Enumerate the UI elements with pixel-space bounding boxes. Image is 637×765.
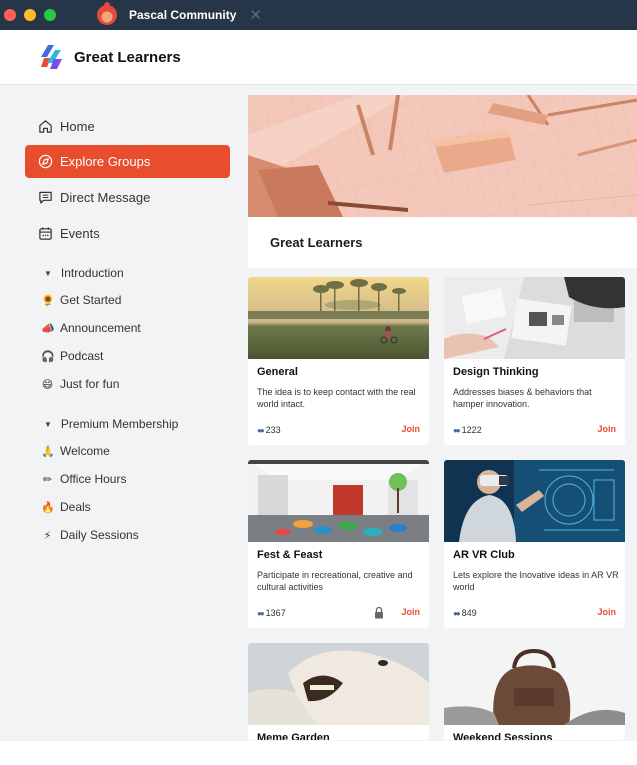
channel-just-for-fun[interactable]: 😄 Just for fun bbox=[41, 377, 120, 391]
window-bottom-edge bbox=[0, 741, 637, 765]
sidebar-item-events[interactable]: Events bbox=[25, 217, 230, 250]
group-footer: ●● 233 Join bbox=[257, 423, 420, 437]
members-icon: ●● bbox=[453, 608, 461, 618]
brand-name: Great Learners bbox=[74, 48, 181, 66]
join-button[interactable]: Join bbox=[401, 607, 420, 617]
tab-close-icon[interactable]: ✕ bbox=[249, 8, 262, 23]
sidebar-item-direct-message[interactable]: Direct Message bbox=[25, 181, 230, 214]
group-image bbox=[444, 643, 625, 725]
members-icon: ●● bbox=[453, 425, 461, 435]
group-description: Addresses biases & behaviors that hamper… bbox=[453, 387, 592, 409]
message-icon bbox=[37, 190, 53, 206]
section-title: Premium Membership bbox=[60, 417, 179, 431]
folded-hands-icon: 🙏 bbox=[41, 445, 55, 458]
channel-welcome[interactable]: 🙏 Welcome bbox=[41, 444, 110, 458]
group-title: Fest & Feast bbox=[257, 549, 323, 561]
pascal-logo-icon bbox=[97, 2, 117, 25]
group-title: Weekend Sessions bbox=[453, 732, 553, 740]
join-button[interactable]: Join bbox=[401, 424, 420, 434]
zoom-window-button[interactable] bbox=[44, 9, 56, 21]
group-title: Meme Garden bbox=[257, 732, 330, 740]
member-count: 1222 bbox=[461, 425, 482, 435]
close-window-button[interactable] bbox=[4, 9, 16, 21]
browser-tab[interactable]: Pascal Community ✕ bbox=[97, 2, 262, 25]
group-image bbox=[444, 277, 625, 359]
tab-title: Pascal Community bbox=[129, 8, 237, 22]
lock-icon bbox=[375, 606, 383, 619]
group-description: Lets explore the Inovative ideas in AR V… bbox=[453, 570, 619, 592]
headphones-icon: 🎧 bbox=[41, 350, 55, 363]
window-controls bbox=[4, 9, 56, 21]
members-icon: ●● bbox=[257, 608, 265, 618]
group-card-design-thinking[interactable]: Design Thinking Addresses biases & behav… bbox=[444, 277, 625, 445]
sunflower-icon: 🌻 bbox=[41, 294, 55, 307]
channel-label: Announcement bbox=[60, 321, 141, 335]
sidebar-item-label: Explore Groups bbox=[60, 154, 151, 169]
home-icon bbox=[37, 119, 53, 135]
channel-label: Get Started bbox=[60, 293, 122, 307]
channel-office-hours[interactable]: ✏ Office Hours bbox=[41, 472, 127, 486]
app-header: Great Learners bbox=[0, 30, 637, 85]
lightning-icon: ⚡ bbox=[43, 529, 52, 542]
sidebar: Home Explore Groups Direct Message Event… bbox=[0, 85, 248, 741]
pencil-icon: ✏ bbox=[42, 473, 53, 486]
member-count: 1367 bbox=[265, 608, 286, 618]
calendar-icon bbox=[37, 226, 53, 242]
group-footer: ●● 1367 Join bbox=[257, 606, 420, 620]
channel-label: Podcast bbox=[60, 349, 104, 363]
group-image bbox=[248, 277, 429, 359]
join-button[interactable]: Join bbox=[597, 424, 616, 434]
group-card-general[interactable]: General The idea is to keep contact with… bbox=[248, 277, 429, 445]
group-card-weekend-sessions[interactable]: Weekend Sessions bbox=[444, 643, 625, 740]
section-introduction[interactable]: ▼ Introduction bbox=[44, 266, 124, 280]
group-card-ar-vr-club[interactable]: AR VR Club Lets explore the Inovative id… bbox=[444, 460, 625, 628]
group-image bbox=[248, 460, 429, 542]
community-title-bar: Great Learners bbox=[248, 217, 637, 268]
members-icon: ●● bbox=[257, 425, 265, 435]
channel-announcement[interactable]: 📣 Announcement bbox=[41, 321, 141, 335]
channel-label: Daily Sessions bbox=[60, 528, 139, 542]
caret-down-icon: ▼ bbox=[44, 419, 52, 429]
member-count: 849 bbox=[461, 608, 477, 618]
join-button[interactable]: Join bbox=[597, 607, 616, 617]
group-image bbox=[444, 460, 625, 542]
section-title: Introduction bbox=[60, 266, 124, 280]
community-title: Great Learners bbox=[270, 235, 363, 250]
section-premium-membership[interactable]: ▼ Premium Membership bbox=[44, 417, 178, 431]
member-count: 233 bbox=[265, 425, 281, 435]
minimize-window-button[interactable] bbox=[24, 9, 36, 21]
sidebar-item-label: Direct Message bbox=[60, 190, 151, 205]
window-titlebar: Pascal Community ✕ bbox=[0, 0, 637, 30]
channel-get-started[interactable]: 🌻 Get Started bbox=[41, 293, 121, 307]
channel-label: Just for fun bbox=[60, 377, 120, 391]
sidebar-item-home[interactable]: Home bbox=[25, 110, 230, 143]
group-title: General bbox=[257, 366, 298, 378]
fire-icon: 🔥 bbox=[41, 501, 55, 514]
channel-daily-sessions[interactable]: ⚡ Daily Sessions bbox=[41, 528, 139, 542]
sidebar-item-label: Events bbox=[60, 226, 100, 241]
channel-podcast[interactable]: 🎧 Podcast bbox=[41, 349, 103, 363]
group-footer: ●● 1222 Join bbox=[453, 423, 616, 437]
brand-logo-icon bbox=[41, 45, 62, 69]
group-footer: ●● 849 Join bbox=[453, 606, 616, 620]
group-title: AR VR Club bbox=[453, 549, 515, 561]
channel-label: Office Hours bbox=[60, 472, 127, 486]
channel-deals[interactable]: 🔥 Deals bbox=[41, 500, 91, 514]
group-card-meme-garden[interactable]: Meme Garden bbox=[248, 643, 429, 740]
group-description: The idea is to keep contact with the rea… bbox=[257, 387, 416, 409]
group-description: Participate in recreational, creative an… bbox=[257, 570, 413, 592]
compass-icon bbox=[37, 154, 53, 170]
sidebar-item-label: Home bbox=[60, 119, 95, 134]
channel-label: Welcome bbox=[60, 444, 110, 458]
megaphone-icon: 📣 bbox=[41, 322, 55, 335]
sidebar-item-explore-groups[interactable]: Explore Groups bbox=[25, 145, 230, 178]
channel-label: Deals bbox=[60, 500, 91, 514]
group-card-fest-feast[interactable]: Fest & Feast Participate in recreational… bbox=[248, 460, 429, 628]
grin-icon: 😄 bbox=[41, 378, 54, 391]
caret-down-icon: ▼ bbox=[44, 268, 52, 278]
group-title: Design Thinking bbox=[453, 366, 539, 378]
group-image bbox=[248, 643, 429, 725]
community-cover-image bbox=[248, 95, 637, 217]
